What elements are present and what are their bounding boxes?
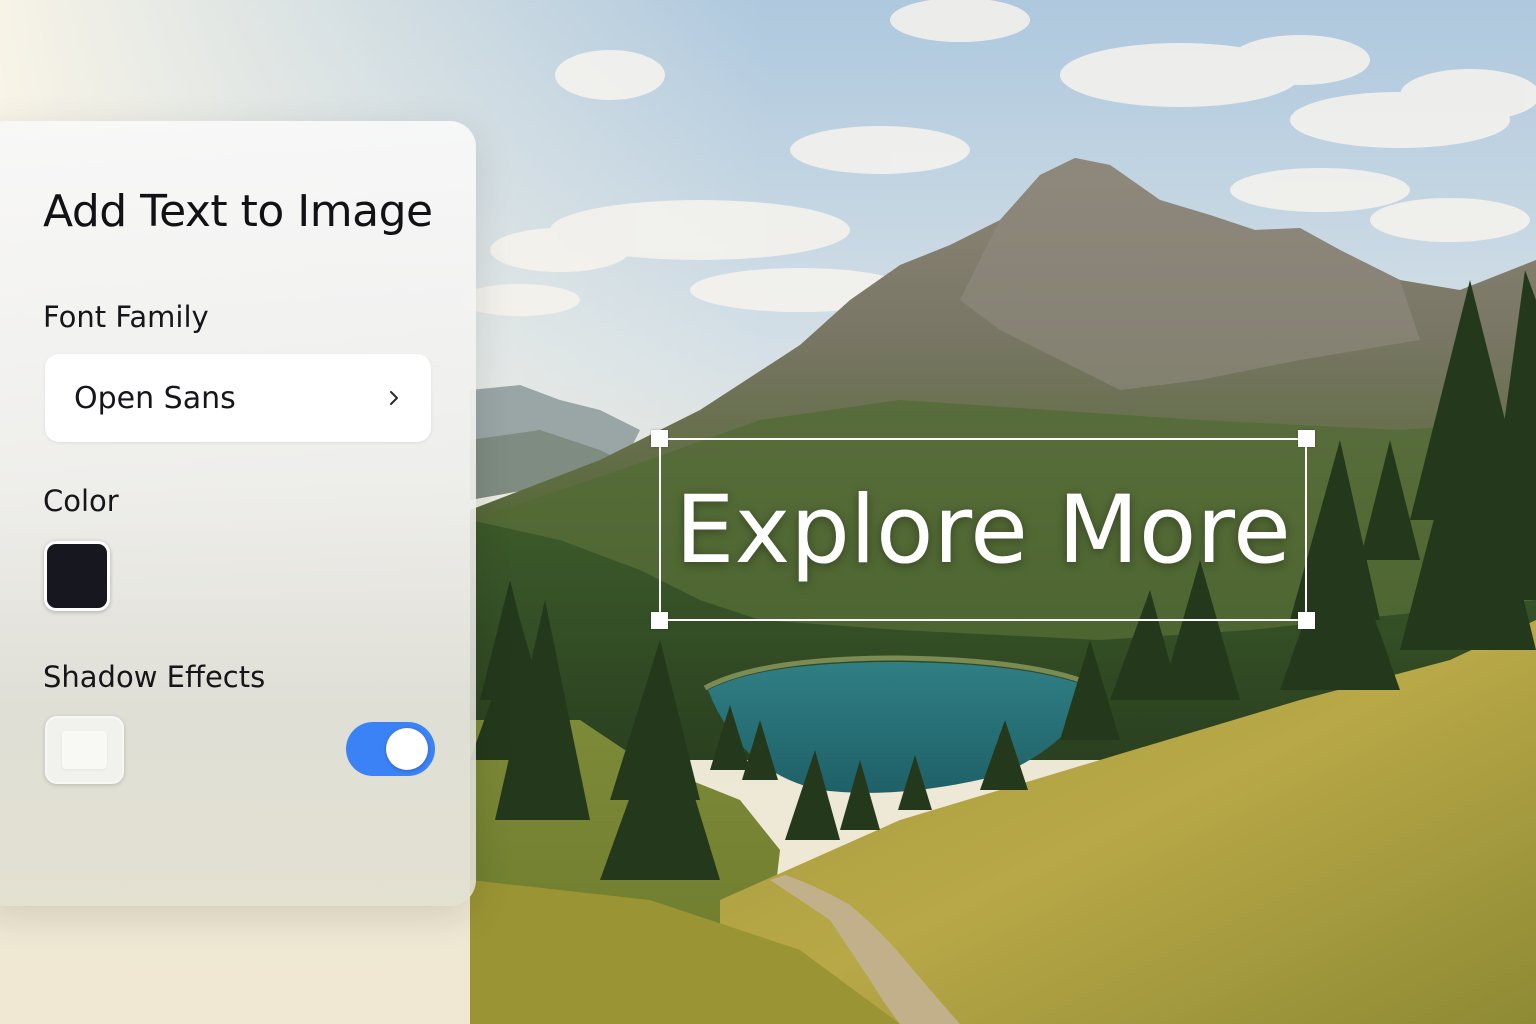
color-swatch[interactable]: [44, 541, 110, 611]
color-label: Color: [43, 484, 119, 518]
overlay-text[interactable]: Explore More: [661, 484, 1305, 578]
font-family-select[interactable]: Open Sans: [45, 354, 431, 442]
toggle-knob: [386, 728, 428, 770]
resize-handle-bottom-right[interactable]: [1298, 612, 1315, 629]
chevron-right-icon: [390, 391, 398, 405]
resize-handle-top-right[interactable]: [1298, 430, 1315, 447]
resize-handle-top-left[interactable]: [651, 430, 668, 447]
font-family-value: Open Sans: [74, 380, 236, 416]
shadow-effects-label: Shadow Effects: [43, 660, 266, 694]
panel-title: Add Text to Image: [43, 186, 433, 237]
shadow-toggle[interactable]: [346, 722, 435, 776]
text-selection-box[interactable]: Explore More: [651, 430, 1315, 629]
resize-handle-bottom-left[interactable]: [651, 612, 668, 629]
font-family-label: Font Family: [43, 300, 209, 334]
shadow-preview-inner: [62, 731, 107, 769]
shadow-preview-swatch[interactable]: [45, 716, 124, 784]
